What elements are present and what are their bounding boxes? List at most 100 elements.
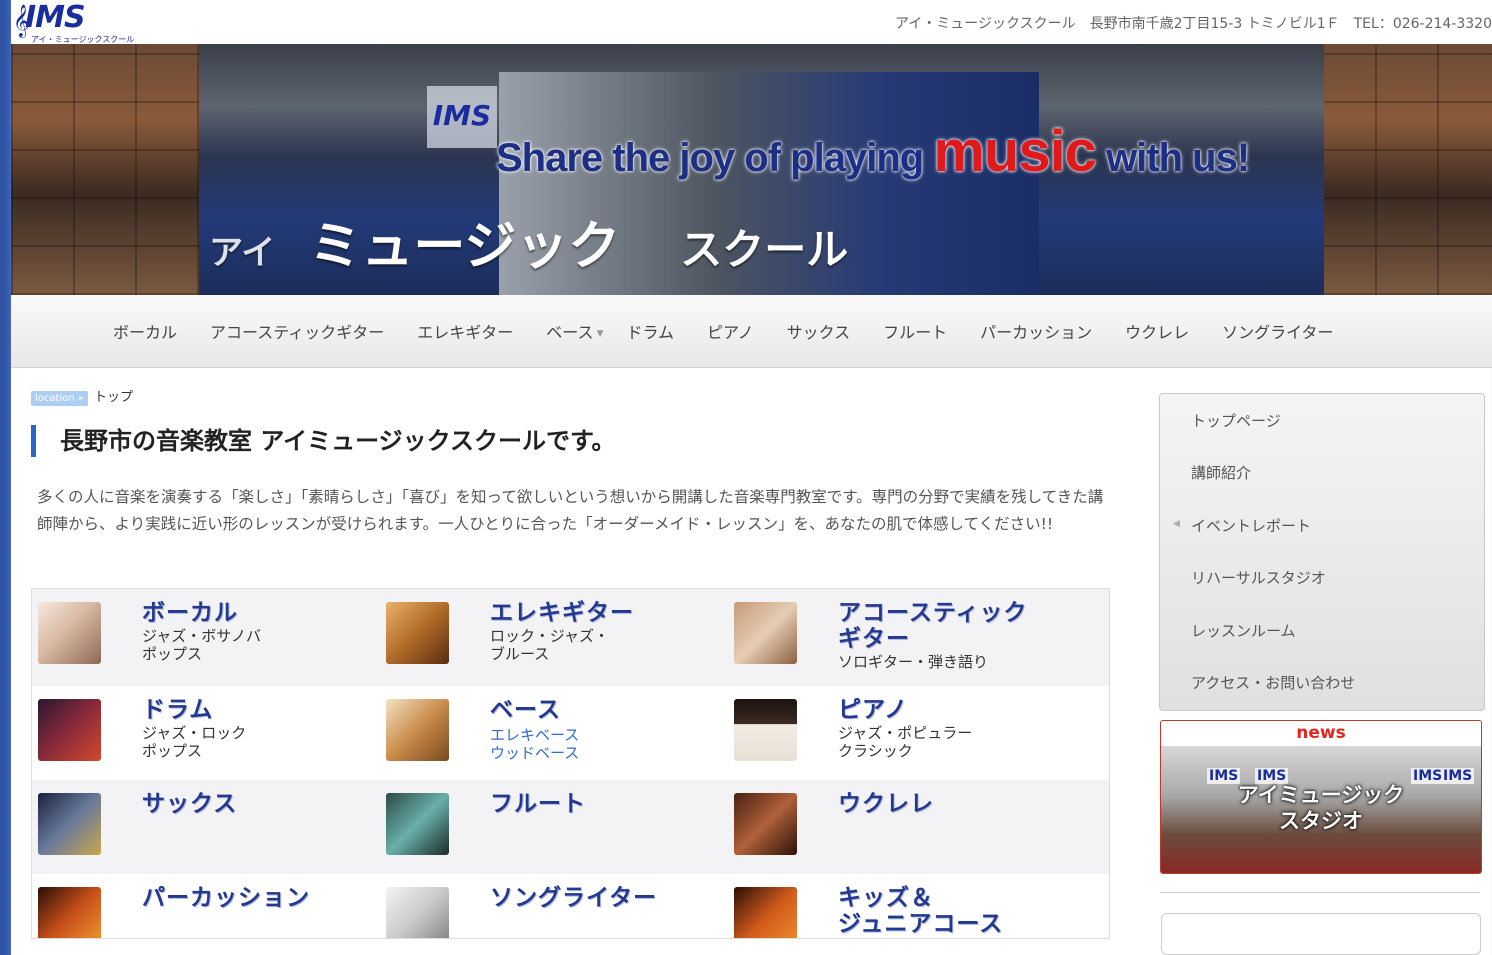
course-title[interactable]: キッズ＆ ジュニアコース	[838, 885, 1003, 937]
studio-caption-line2: スタジオ	[1279, 809, 1363, 833]
nav-item[interactable]: エレキギター	[417, 319, 513, 343]
course-card[interactable]: ボーカル ジャズ・ボサノバ ポップス	[32, 589, 380, 686]
nav-item[interactable]: フルート	[883, 319, 947, 343]
sidebar-item[interactable]: トップページ	[1191, 410, 1281, 431]
nav-item[interactable]: パーカッション	[980, 319, 1092, 343]
sidebar-item-label: レッスンルーム	[1191, 622, 1296, 640]
course-thumbnail[interactable]	[38, 602, 101, 664]
course-thumbnail[interactable]	[38, 699, 101, 761]
nav-item-label: ボーカル	[113, 323, 178, 342]
course-card[interactable]: アコースティック ギター ソロギター・弾き語り	[728, 589, 1076, 686]
course-title-line1: エレキギター	[490, 600, 634, 626]
course-grid: ボーカル ジャズ・ボサノバ ポップス エレキギター ロック・ジャズ・ ブルース アコースティ…	[31, 588, 1110, 939]
course-genre: ジャズ・ポピュラー	[838, 724, 973, 742]
course-row: ボーカル ジャズ・ボサノバ ポップス エレキギター ロック・ジャズ・ ブルース アコースティ…	[32, 589, 1109, 686]
nav-item[interactable]: ドラム	[626, 319, 674, 343]
course-card[interactable]: ピアノ ジャズ・ポピュラー クラシック	[728, 686, 1076, 780]
course-card[interactable]: パーカッション	[32, 874, 380, 938]
nav-item[interactable]: サックス	[787, 319, 851, 343]
nav-item-label: アコースティックギター	[210, 323, 385, 342]
course-thumbnail[interactable]	[386, 602, 449, 664]
course-title-line2: ギター	[838, 626, 910, 652]
nav-item-label: ウクレレ	[1125, 323, 1190, 342]
course-title[interactable]: フルート	[490, 791, 586, 817]
course-title[interactable]: ソングライター	[490, 885, 657, 911]
nav-list: ボーカル アコースティックギター エレキギター ベース ▼ ドラム ピアノ サックス フルート パ…	[113, 319, 1367, 343]
course-title-line1: ドラム	[142, 697, 214, 723]
banner-jp-a: アイ	[209, 233, 276, 273]
slogan-pre: Share the joy of playing	[496, 136, 934, 180]
course-title[interactable]: ピアノ	[838, 697, 908, 723]
studio-caption: アイミュージック スタジオ	[1161, 782, 1481, 834]
course-card[interactable]: ドラム ジャズ・ロック ポップス	[32, 686, 380, 780]
course-title[interactable]: アコースティック ギター	[838, 600, 1027, 652]
course-genre: ブルース	[490, 645, 550, 663]
course-title-line1: アコースティック	[838, 600, 1028, 626]
course-card[interactable]: ソングライター	[380, 874, 728, 938]
nav-item-label: ドラム	[626, 323, 675, 342]
sidebar-item-label: 講師紹介	[1191, 464, 1252, 482]
course-thumbnail[interactable]	[734, 887, 797, 938]
course-title[interactable]: パーカッション	[142, 885, 310, 911]
course-genre[interactable]: ウッドベース	[490, 744, 579, 762]
nav-item[interactable]: ソングライター	[1222, 319, 1333, 343]
studio-caption-line1: アイミュージック	[1237, 783, 1405, 807]
slogan-post: with us!	[1095, 136, 1250, 180]
course-genre: ジャズ・ボサノバ	[142, 627, 261, 645]
nav-item[interactable]: ボーカル	[113, 319, 177, 343]
course-card[interactable]: フルート	[380, 780, 728, 874]
course-thumbnail[interactable]	[734, 699, 797, 761]
course-title[interactable]: ボーカル	[142, 600, 238, 626]
course-title-line1: キッズ＆	[838, 885, 934, 911]
submenu-arrow-icon: ◀	[1173, 519, 1180, 529]
nav-item-label: サックス	[786, 323, 851, 342]
sidebar-item[interactable]: アクセス・お問い合わせ	[1191, 672, 1355, 693]
site-logo[interactable]: 𝄞 IMS アイ・ミュージックスクール	[13, 0, 134, 44]
course-thumbnail[interactable]	[38, 887, 101, 938]
course-genre[interactable]: エレキベース	[490, 726, 579, 744]
course-title-line1: サックス	[142, 791, 238, 817]
course-genre: ロック・ジャズ・	[490, 627, 609, 645]
intro-text: 多くの人に音楽を演奏する「楽しさ」「素晴らしさ」「喜び」を知って欲しいという想い…	[37, 488, 1104, 533]
nav-item[interactable]: ピアノ	[707, 319, 754, 343]
course-title-line1: ベース	[490, 697, 561, 723]
course-title-line1: ボーカル	[142, 600, 238, 626]
course-thumbnail[interactable]	[386, 793, 449, 855]
nav-item[interactable]: ベース ▼	[546, 319, 603, 343]
slogan-music: music	[933, 119, 1097, 184]
course-card[interactable]: ウクレレ	[728, 780, 1076, 874]
course-row: パーカッション ソングライター キッズ＆ ジュニアコース	[32, 874, 1109, 938]
course-card[interactable]: ベースエレキベース ウッドベース	[380, 686, 728, 780]
course-thumbnail[interactable]	[386, 887, 449, 938]
sidebar-item-label: アクセス・お問い合わせ	[1191, 674, 1356, 692]
course-card[interactable]: エレキギター ロック・ジャズ・ ブルース	[380, 589, 728, 686]
banner-photo: IMS Share the joy of playing music with …	[199, 44, 1324, 295]
course-title[interactable]: ベース	[490, 697, 561, 723]
course-card[interactable]: サックス	[32, 780, 380, 874]
breadcrumb-current: トップ	[93, 390, 133, 405]
course-title[interactable]: サックス	[142, 791, 237, 817]
sidebar-item[interactable]: レッスンルーム	[1191, 620, 1296, 641]
course-title[interactable]: エレキギター	[490, 600, 634, 626]
banner-jp-main: ミュージック	[309, 217, 621, 277]
sidebar-item-label: イベントレポート	[1191, 517, 1312, 535]
nav-item-label: ベース	[546, 323, 594, 342]
course-title[interactable]: ウクレレ	[838, 791, 934, 817]
nav-item[interactable]: アコースティックギター	[210, 319, 384, 343]
course-thumbnail[interactable]	[734, 602, 797, 664]
course-title-line2: ジュニアコース	[838, 911, 1004, 937]
sidebar-item[interactable]: 講師紹介	[1191, 462, 1251, 483]
sidebar-item[interactable]: リハーサルスタジオ	[1191, 567, 1326, 588]
course-thumbnail[interactable]	[38, 793, 101, 855]
hero-banner: IMS Share the joy of playing music with …	[11, 44, 1492, 295]
banner-jp-school: スクール	[680, 225, 849, 274]
course-card[interactable]: キッズ＆ ジュニアコース	[728, 874, 1076, 938]
sidebar-item[interactable]: ◀ イベントレポート	[1173, 515, 1312, 536]
course-thumbnail[interactable]	[386, 699, 449, 761]
course-thumbnail[interactable]	[734, 793, 797, 855]
news-banner[interactable]: news IMS IMS IMS IMS アイミュージック スタジオ	[1160, 720, 1482, 874]
location-tag: location »	[31, 391, 88, 406]
course-title[interactable]: ドラム	[142, 697, 213, 723]
course-title-line1: パーカッション	[142, 885, 310, 911]
nav-item[interactable]: ウクレレ	[1125, 319, 1189, 343]
